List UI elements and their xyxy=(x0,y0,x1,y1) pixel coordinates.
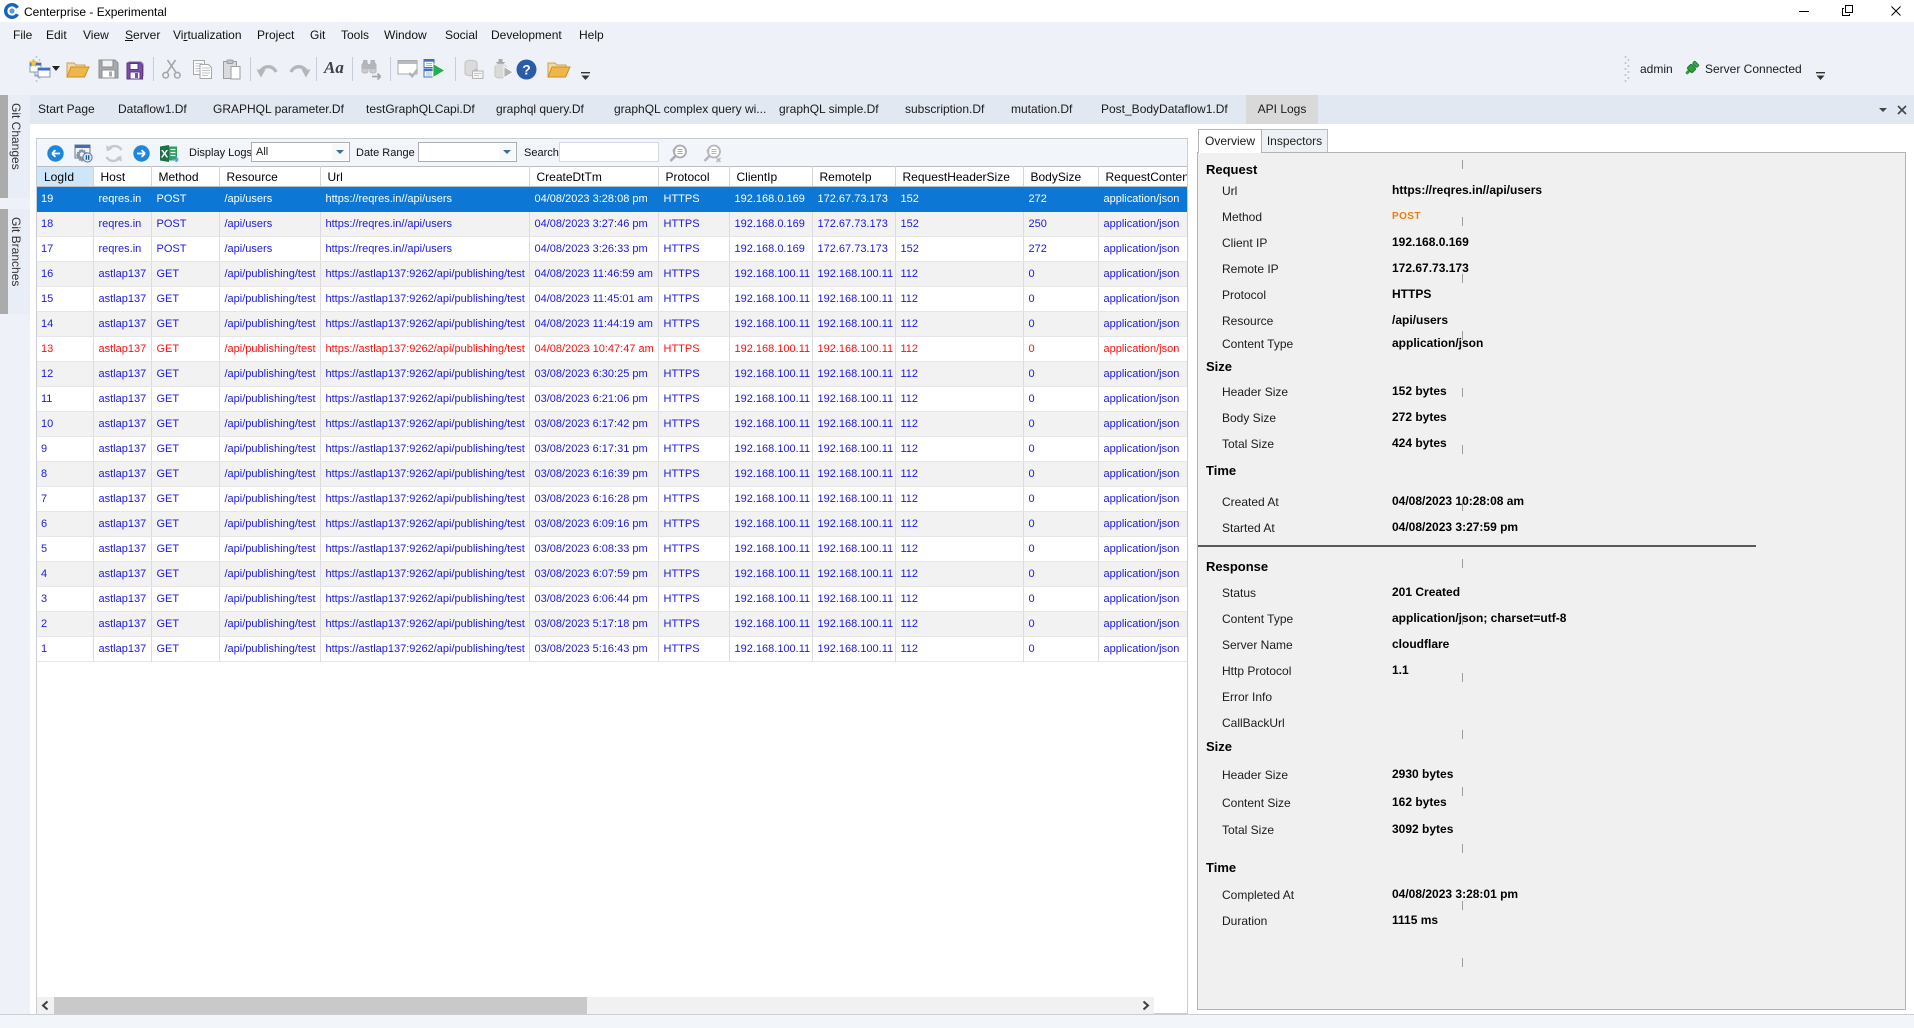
svg-text:?: ? xyxy=(522,62,531,78)
svg-text:X: X xyxy=(161,149,169,161)
